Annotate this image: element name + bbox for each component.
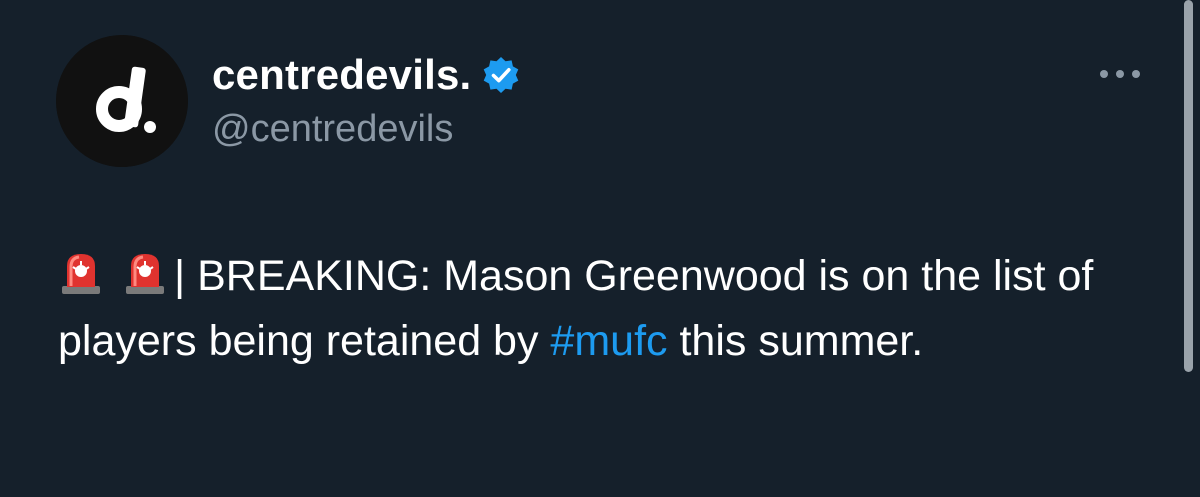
verified-badge-icon [484, 57, 519, 93]
more-options-icon[interactable] [1098, 62, 1142, 86]
hashtag-link[interactable]: #mufc [550, 317, 667, 365]
avatar-logo-icon [56, 35, 188, 167]
author-handle[interactable]: @centredevils [212, 108, 453, 151]
tweet-text-part2: this summer. [667, 317, 924, 365]
tweet-separator: | [174, 252, 198, 300]
tweet-text: | BREAKING: Mason Greenwood is on the li… [58, 244, 1168, 374]
author-display-name[interactable]: centredevils. [212, 51, 471, 99]
tweet-card: centredevils. @centredevils | BREAKING: … [0, 0, 1200, 497]
author-name-row: centredevils. [212, 50, 521, 100]
siren-emoji-icon [62, 254, 100, 294]
scrollbar[interactable] [1184, 0, 1193, 372]
siren-emoji-icon [126, 254, 164, 294]
avatar[interactable] [56, 35, 188, 167]
